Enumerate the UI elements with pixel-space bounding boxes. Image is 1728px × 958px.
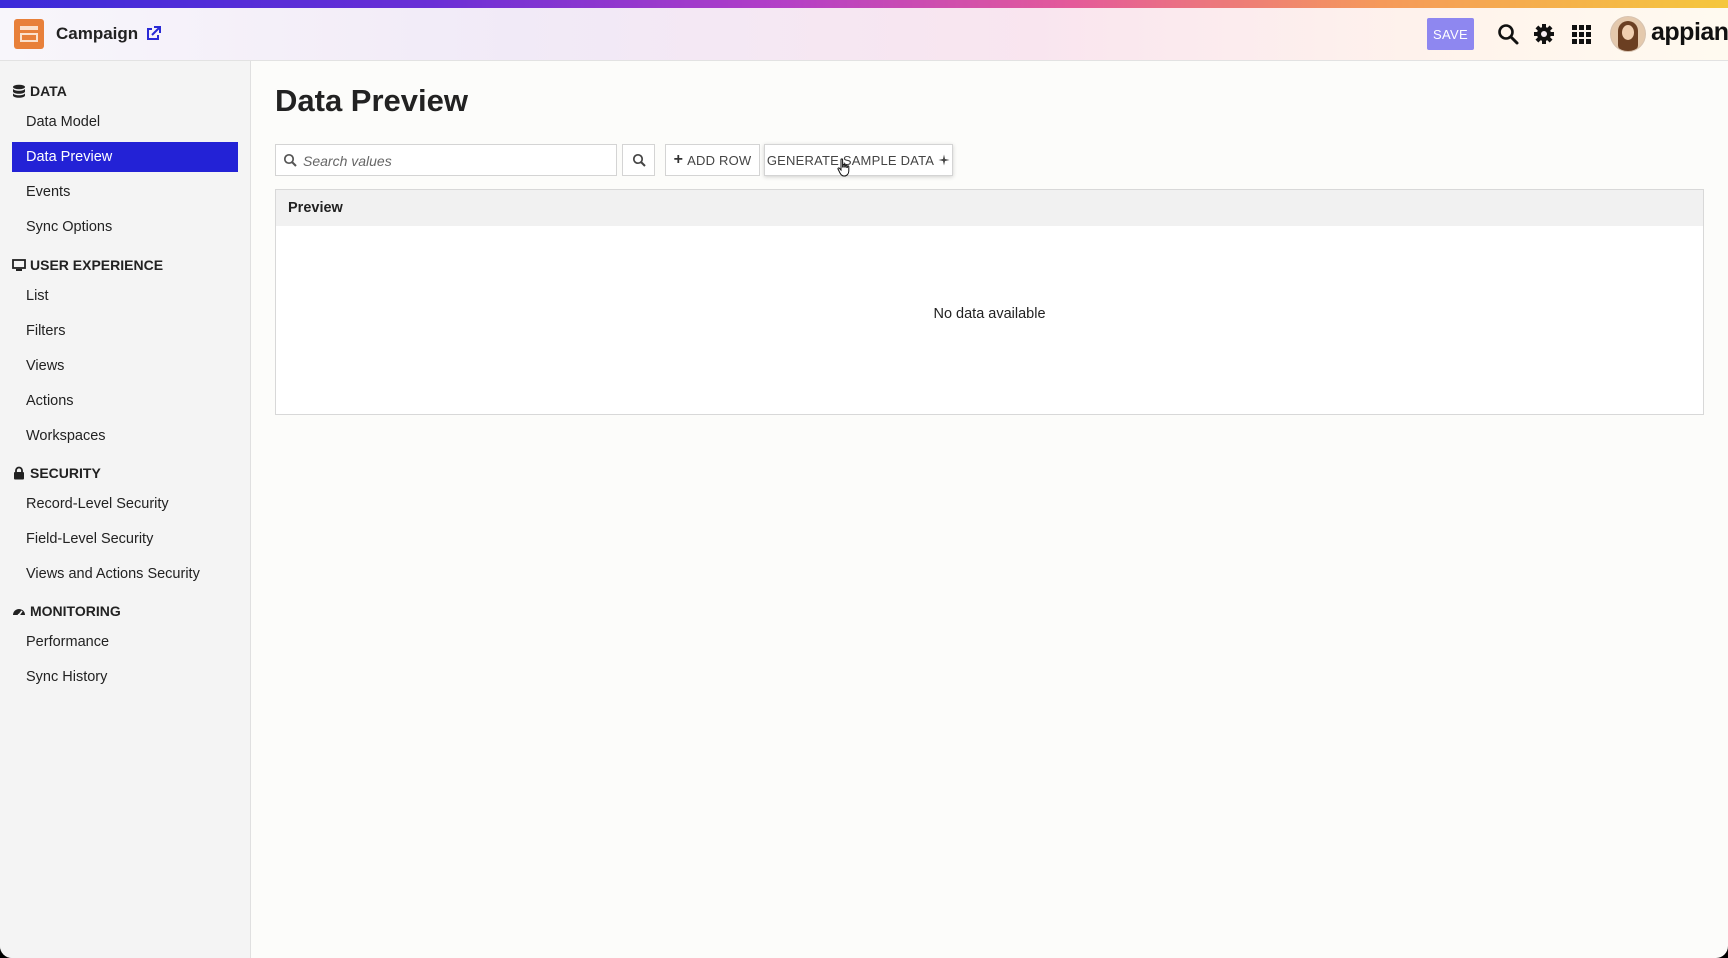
section-user-experience: USER EXPERIENCE [12,257,163,273]
sidebar-item-views-actions-security[interactable]: Views and Actions Security [12,559,238,589]
sparkle-icon [938,154,950,166]
search-icon [632,153,646,167]
save-button[interactable]: SAVE [1427,18,1474,50]
open-external-icon[interactable] [144,25,162,43]
app-title: Campaign [56,24,139,43]
search-button[interactable] [622,144,655,176]
panel-title: Preview [276,190,1703,226]
search-field[interactable] [275,144,617,177]
empty-state-message: No data available [933,306,1046,322]
hand-pointer-cursor [837,158,850,177]
section-label: SECURITY [30,465,101,481]
top-header: Campaign SAVE appian [0,8,1728,61]
sidebar-item-actions[interactable]: Actions [12,386,238,416]
sidebar-item-sync-history[interactable]: Sync History [12,662,238,692]
add-row-label: ADD ROW [687,152,752,168]
database-icon [13,84,25,98]
sidebar: DATA Data Model Data Preview Events Sync… [0,61,251,958]
sidebar-item-data-model[interactable]: Data Model [12,107,238,137]
section-data: DATA [12,83,67,99]
main-content: Data Preview + ADD ROW GENERATE SAMPLE D… [251,61,1728,958]
sidebar-item-sync-options[interactable]: Sync Options [12,212,238,242]
sidebar-item-events[interactable]: Events [12,177,238,207]
add-row-button[interactable]: + ADD ROW [665,144,760,176]
sidebar-item-field-level-security[interactable]: Field-Level Security [12,524,238,554]
appian-logo: appian [1651,18,1728,46]
search-input[interactable] [301,145,615,177]
section-security: SECURITY [12,465,101,481]
record-type-icon [14,19,44,49]
sidebar-item-record-level-security[interactable]: Record-Level Security [12,489,238,519]
app-window: Campaign SAVE appian DATA Data Model Dat… [0,0,1728,958]
gear-icon[interactable] [1532,22,1556,46]
sidebar-item-views[interactable]: Views [12,351,238,381]
plus-icon: + [673,151,684,168]
section-label: DATA [30,83,67,99]
lock-icon [14,466,24,480]
section-label: USER EXPERIENCE [30,257,164,273]
avatar[interactable] [1610,16,1646,52]
brand-gradient-stripe [0,0,1728,8]
sidebar-item-workspaces[interactable]: Workspaces [12,421,238,451]
page-title: Data Preview [275,83,468,118]
gauge-icon [13,609,25,617]
apps-grid-icon[interactable] [1569,22,1593,46]
generate-sample-data-button[interactable]: GENERATE SAMPLE DATA [764,144,953,176]
sidebar-item-list[interactable]: List [12,281,238,311]
sidebar-item-data-preview[interactable]: Data Preview [12,142,238,172]
monitor-icon [12,259,26,271]
section-monitoring: MONITORING [12,603,121,619]
section-label: MONITORING [30,603,121,619]
sidebar-item-filters[interactable]: Filters [12,316,238,346]
search-icon[interactable] [1496,22,1520,46]
sidebar-item-performance[interactable]: Performance [12,627,238,657]
search-icon [283,153,297,167]
preview-panel: Preview No data available [275,189,1704,415]
